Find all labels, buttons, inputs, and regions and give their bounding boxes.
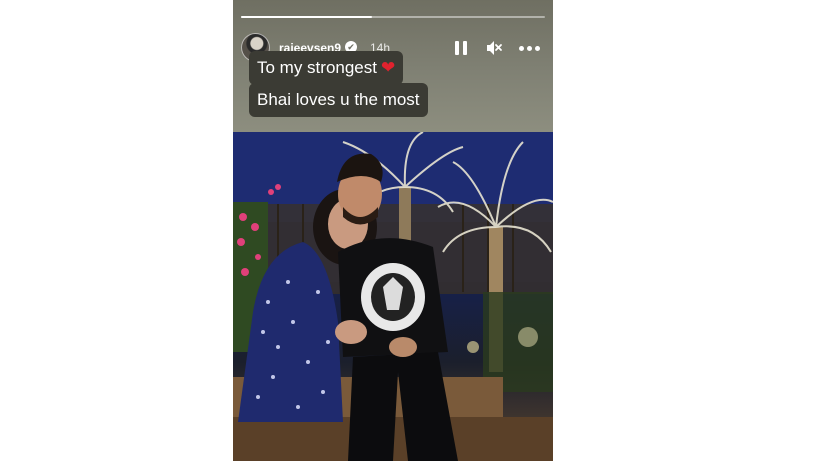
pause-icon[interactable] bbox=[455, 41, 467, 55]
story-header-area: rajeevsen9 ✔ 14h To my strongest ❤ Bhai l… bbox=[233, 0, 553, 132]
story-progress-fill bbox=[241, 16, 372, 18]
story-viewer[interactable]: rajeevsen9 ✔ 14h To my strongest ❤ Bhai l… bbox=[233, 0, 553, 461]
mute-icon[interactable] bbox=[485, 39, 503, 57]
caption-text-1: To my strongest bbox=[257, 58, 377, 77]
heart-emoji-icon: ❤ bbox=[381, 58, 396, 77]
story-photo bbox=[233, 132, 553, 461]
story-progress-bar bbox=[241, 16, 545, 18]
caption-text-2: Bhai loves u the most bbox=[257, 90, 420, 109]
story-caption-line-1: To my strongest ❤ bbox=[249, 51, 404, 85]
more-options-icon[interactable] bbox=[519, 46, 541, 51]
story-caption-line-2: Bhai loves u the most bbox=[249, 83, 428, 117]
